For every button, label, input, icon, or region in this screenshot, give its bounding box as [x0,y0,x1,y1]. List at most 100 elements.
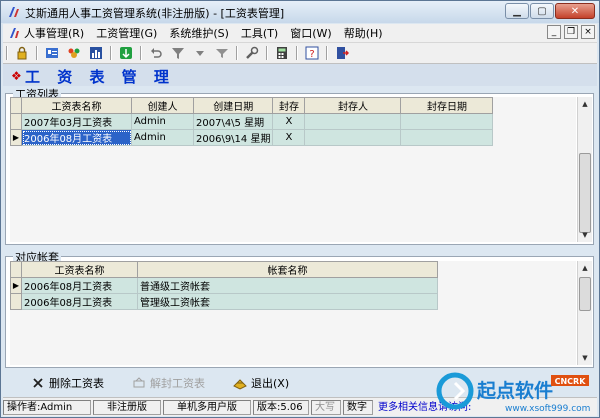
table-header-row: 工资表名称 帐套名称 [10,261,438,278]
calculator-icon[interactable] [274,45,290,61]
salary-list-grid: 工资表名称 创建人 创建日期 封存 封存人 封存日期 2007年03月工资表 A… [10,97,576,242]
column-header[interactable]: 工资表名称 [21,261,138,278]
cell-sealed[interactable]: X [272,129,306,146]
table-row[interactable]: 2007年03月工资表 Admin 2007\4\5 星期 X [10,113,494,130]
scroll-thumb[interactable] [579,153,591,233]
column-header[interactable]: 创建日期 [192,97,274,114]
cell-date[interactable]: 2007\4\5 星期 [192,113,274,130]
mdi-restore-button[interactable]: ❐ [564,25,578,39]
table-row[interactable]: 2006年08月工资表 管理级工资帐套 [10,293,438,310]
watermark-brand: 起点软件 [476,379,553,402]
dropdown-arrow-icon[interactable] [192,45,208,61]
row-indicator[interactable] [10,293,22,310]
close-button[interactable]: ✕ [555,3,595,19]
salary-list-scrollbar[interactable]: ▲ ▼ [577,97,592,242]
scroll-thumb[interactable] [579,277,591,311]
cell-name[interactable]: 2006年08月工资表 [21,293,138,310]
cell-seal-date[interactable] [400,129,494,146]
toolbar-separator [110,46,112,60]
card-icon[interactable] [44,45,60,61]
cell-sealer[interactable] [304,129,402,146]
people-icon[interactable] [66,45,82,61]
cell-seal-date[interactable] [400,113,494,130]
minimize-button[interactable]: ▁ [505,3,529,19]
row-indicator-header [10,97,22,114]
cell-creator[interactable]: Admin [131,113,194,130]
account-sets-scrollbar[interactable]: ▲ ▼ [577,261,592,365]
maximize-button[interactable]: ▢ [530,3,554,19]
column-header[interactable]: 封存人 [304,97,402,114]
toolbar-separator [236,46,238,60]
column-header[interactable]: 工资表名称 [21,97,132,114]
cell-sealed[interactable]: X [272,113,306,130]
mdi-minimize-button[interactable]: _ [547,25,561,39]
menu-tools[interactable]: 工具(T) [235,25,284,41]
unseal-salary-button[interactable]: 解封工资表 [132,375,205,391]
help-icon[interactable]: ? [304,45,320,61]
app-small-icon [10,28,19,38]
salary-table: 工资表名称 创建人 创建日期 封存 封存人 封存日期 2007年03月工资表 A… [10,97,494,146]
page-header: ❖ 工 资 表 管 理 [3,64,597,86]
scroll-up-arrow[interactable]: ▲ [578,97,592,111]
undo-icon[interactable] [148,45,164,61]
scroll-down-arrow[interactable]: ▼ [578,351,592,365]
status-mode: 单机多用户版 [163,399,251,415]
delete-salary-label: 删除工资表 [49,377,104,390]
export-icon[interactable] [118,45,134,61]
exit-button[interactable]: 退出(X) [233,375,289,391]
watermark-tag: CNCRK [555,377,587,386]
table-row[interactable]: ▶ 2006年08月工资表 普通级工资帐套 [10,277,438,294]
app-icon [9,7,19,17]
diamond-bullet-icon: ❖ [11,69,22,83]
table-row[interactable]: ▶ 2006年08月工资表 Admin 2006\9\14 星期 X [10,129,494,146]
cell-set-name[interactable]: 普通级工资帐套 [137,277,438,294]
unseal-salary-label: 解封工资表 [150,377,205,390]
menu-tools-label: 工具(T) [240,27,279,40]
title-bar[interactable]: 艾斯通用人事工资管理系统(非注册版) - [工资表管理] ▁ ▢ ✕ [1,1,599,23]
table-header-row: 工资表名称 创建人 创建日期 封存 封存人 封存日期 [10,97,494,114]
chart-icon[interactable] [88,45,104,61]
row-indicator[interactable] [10,113,22,130]
delete-x-icon [31,376,45,390]
wrench-icon[interactable] [244,45,260,61]
column-header[interactable]: 创建人 [131,97,194,114]
account-sets-table: 工资表名称 帐套名称 ▶ 2006年08月工资表 普通级工资帐套 2006年08… [10,261,438,310]
filter-off-icon[interactable] [214,45,230,61]
main-window: 艾斯通用人事工资管理系统(非注册版) - [工资表管理] ▁ ▢ ✕ 人事管理(… [0,0,600,418]
cell-name-selected[interactable]: 2006年08月工资表 [21,129,132,146]
menu-personnel-label: 人事管理(R) [24,27,85,40]
menu-salary[interactable]: 工资管理(G) [90,25,163,41]
row-indicator[interactable]: ▶ [10,277,22,294]
column-header[interactable]: 封存日期 [400,97,494,114]
cell-set-name[interactable]: 管理级工资帐套 [137,293,438,310]
unseal-icon [132,376,146,390]
menu-system[interactable]: 系统维护(S) [163,25,235,41]
toolbar: ? [3,43,597,64]
status-operator: 操作者:Admin [3,399,91,415]
mdi-close-button[interactable]: × [581,25,595,39]
column-header[interactable]: 封存 [272,97,306,114]
toolbar-separator [6,46,8,60]
column-header[interactable]: 帐套名称 [137,261,438,278]
status-version: 版本:5.06 [253,399,309,415]
scroll-down-arrow[interactable]: ▼ [578,228,592,242]
toolbar-separator [296,46,298,60]
menu-window[interactable]: 窗口(W) [284,25,337,41]
page-title: 工 资 表 管 理 [25,68,175,86]
cell-creator[interactable]: Admin [131,129,194,146]
cell-sealer[interactable] [304,113,402,130]
cell-name[interactable]: 2007年03月工资表 [21,113,132,130]
menu-personnel[interactable]: 人事管理(R) [3,25,90,41]
exit-door-icon[interactable] [334,45,350,61]
filter-icon[interactable] [170,45,186,61]
toolbar-separator [266,46,268,60]
status-num: 数字 [343,399,373,415]
cell-date[interactable]: 2006\9\14 星期 [192,129,274,146]
row-indicator[interactable]: ▶ [10,129,22,146]
cell-name[interactable]: 2006年08月工资表 [21,277,138,294]
menu-window-label: 窗口(W) [290,27,332,40]
delete-salary-button[interactable]: 删除工资表 [31,375,104,391]
menu-help[interactable]: 帮助(H) [338,25,389,41]
scroll-up-arrow[interactable]: ▲ [578,261,592,275]
lock-icon[interactable] [14,45,30,61]
